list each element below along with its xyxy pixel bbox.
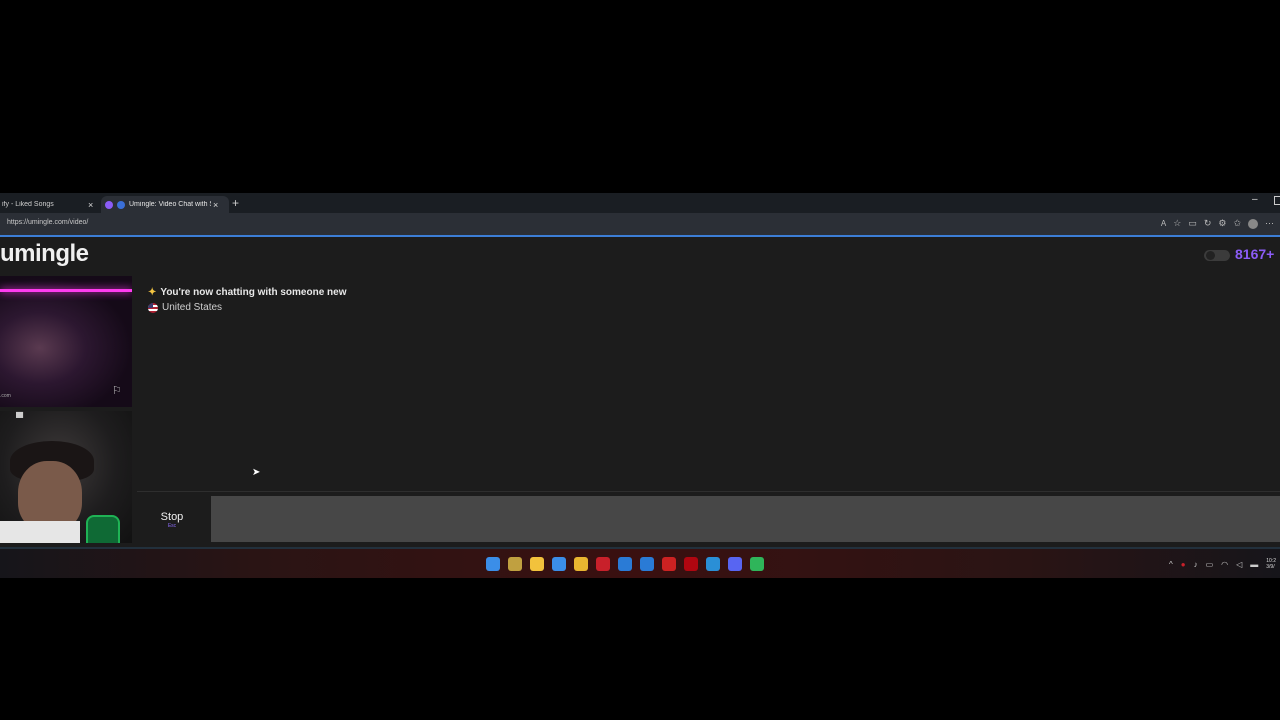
umingle-page: umingle 8167+ .com ⚐ ▀ ✦ You're now chatt…	[0, 237, 1280, 547]
discord-icon[interactable]	[728, 557, 742, 571]
video-watermark: .com	[0, 393, 11, 399]
clock-date: 3/9/	[1266, 564, 1275, 570]
tab-umingle[interactable]: Umingle: Video Chat with Str ×	[101, 196, 229, 213]
file-explorer-icon[interactable]	[530, 557, 544, 571]
mouse-cursor-icon: ➤	[252, 467, 261, 478]
close-icon[interactable]: ×	[88, 200, 93, 210]
site-logo[interactable]: umingle	[0, 240, 89, 268]
country-line: United States	[148, 302, 222, 313]
outlook-icon[interactable]	[640, 557, 654, 571]
chat-log: ✦ You're now chatting with someone new Un…	[137, 276, 1280, 492]
neon-light	[0, 289, 132, 292]
favorites-icon[interactable]: ✩	[1233, 218, 1241, 229]
report-flag-icon[interactable]: ⚐	[112, 384, 122, 397]
read-aloud-icon[interactable]: A	[1161, 219, 1166, 228]
clock[interactable]: 10:2 3/9/	[1266, 558, 1276, 570]
taskbar: ^ ● ♪ ▭ ◠ ◁ ▬ 10:2 3/9/	[0, 547, 1280, 578]
wifi-icon[interactable]: ◠	[1221, 560, 1228, 569]
windows-start-icon[interactable]	[486, 557, 500, 571]
more-icon[interactable]: ⋯	[1265, 218, 1274, 229]
chrome-icon[interactable]	[574, 557, 588, 571]
tab-title: Umingle: Video Chat with Str	[129, 201, 211, 208]
stop-label: Stop	[160, 511, 184, 523]
sync-icon	[117, 200, 125, 209]
us-flag-icon	[148, 302, 158, 313]
microphone	[86, 515, 120, 543]
favicon-icon	[105, 200, 113, 209]
maximize-icon[interactable]	[1274, 196, 1280, 205]
person-shirt	[0, 521, 80, 543]
youtube-icon[interactable]	[662, 557, 676, 571]
mcafee-icon[interactable]	[596, 557, 610, 571]
microsoft-store-icon[interactable]	[552, 557, 566, 571]
copilot-icon[interactable]	[508, 557, 522, 571]
tab-spotify[interactable]: ify - Liked Songs ×	[0, 196, 100, 213]
favorite-star-icon[interactable]: ☆	[1173, 218, 1181, 229]
remote-video: .com ⚐	[0, 276, 132, 407]
close-icon[interactable]: ×	[213, 200, 218, 210]
extensions-icon[interactable]: ⚙	[1218, 218, 1226, 229]
mcafee-tray-icon[interactable]: ●	[1181, 560, 1186, 569]
volume-icon[interactable]: ◁	[1236, 560, 1242, 569]
stop-shortcut: Esc	[167, 523, 177, 529]
app-blue-icon[interactable]	[618, 557, 632, 571]
mic-icon[interactable]: ♪	[1194, 560, 1198, 569]
xbox-icon[interactable]	[750, 557, 764, 571]
profile-avatar[interactable]	[1248, 218, 1258, 229]
minimize-icon[interactable]: –	[1252, 194, 1258, 205]
browser-window: ify - Liked Songs × Umingle: Video Chat …	[0, 193, 1280, 578]
pin-icon: ▀	[16, 413, 24, 424]
chevron-up-icon[interactable]: ^	[1169, 560, 1173, 569]
tab-title: ify - Liked Songs	[2, 201, 54, 208]
tab-strip: ify - Liked Songs × Umingle: Video Chat …	[0, 193, 1280, 213]
toolbar-icons: A ☆ ▭ ↻ ⚙ ✩ ⋯	[1161, 218, 1274, 229]
taskbar-apps	[486, 557, 764, 571]
address-bar: https://umingle.com/video/ A ☆ ▭ ↻ ⚙ ✩ ⋯	[0, 213, 1280, 237]
sparkle-icon: ✦	[148, 287, 157, 298]
message-input[interactable]	[211, 496, 1280, 542]
local-video: ▀	[0, 411, 132, 543]
toggle-knob	[1206, 251, 1215, 260]
url-field[interactable]: https://umingle.com/video/	[7, 219, 88, 226]
split-screen-icon[interactable]: ▭	[1188, 218, 1197, 229]
edge-icon[interactable]	[706, 557, 720, 571]
battery-icon[interactable]: ▬	[1250, 560, 1258, 569]
system-tray: ^ ● ♪ ▭ ◠ ◁ ▬ 10:2 3/9/	[1169, 558, 1276, 570]
status-text: You're now chatting with someone new	[160, 287, 347, 298]
system-message: ✦ You're now chatting with someone new	[148, 287, 346, 298]
online-count: 8167+	[1235, 246, 1275, 262]
country-text: United States	[162, 302, 223, 313]
keyboard-icon[interactable]: ▭	[1206, 560, 1214, 569]
netflix-icon[interactable]	[684, 557, 698, 571]
theme-toggle[interactable]	[1204, 250, 1230, 261]
stop-button[interactable]: Stop Esc	[137, 496, 207, 542]
refresh-icon[interactable]: ↻	[1204, 218, 1212, 229]
new-tab-button[interactable]: +	[232, 196, 239, 210]
